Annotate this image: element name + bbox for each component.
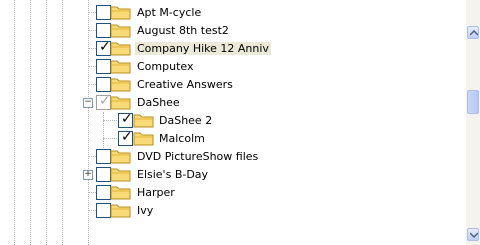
- tree-item-label-selected: Company Hike 12 Anniv: [135, 42, 271, 55]
- scroll-up-arrow-icon[interactable]: [467, 26, 479, 39]
- check-icon: ✓: [99, 93, 111, 109]
- vertical-scrollbar[interactable]: [466, 0, 480, 245]
- tree-branch-line: [103, 120, 117, 121]
- tree-branch-line: [88, 12, 96, 13]
- check-icon: ✓: [121, 111, 133, 127]
- folder-icon: [110, 78, 131, 92]
- folder-icon: [110, 186, 131, 200]
- item-checkbox[interactable]: [96, 167, 111, 182]
- tree-item[interactable]: August 8th test2: [0, 22, 380, 40]
- folder-icon: [133, 114, 154, 128]
- tree-item-label: DaShee: [137, 96, 180, 109]
- folder-icon: [110, 204, 131, 218]
- item-checkbox[interactable]: [96, 149, 111, 164]
- tree-item-label: Computex: [137, 60, 194, 73]
- check-icon: ✓: [121, 129, 133, 145]
- tree-item-label: Elsie's B-Day: [137, 168, 209, 181]
- tree-item[interactable]: DVD PictureShow files: [0, 148, 380, 166]
- tree-item[interactable]: Computex: [0, 58, 380, 76]
- tree-item-label: DaShee 2: [159, 114, 213, 127]
- folder-icon: [110, 24, 131, 38]
- item-checkbox-checked[interactable]: ✓: [118, 129, 133, 146]
- collapse-toggle[interactable]: −: [83, 98, 93, 108]
- tree-branch-line: [103, 138, 117, 139]
- tree-item[interactable]: ✓ Company Hike 12 Anniv: [0, 39, 380, 58]
- scroll-down-arrow-icon[interactable]: [467, 228, 479, 241]
- tree-branch-line: [88, 66, 96, 67]
- check-icon: ✓: [99, 39, 111, 55]
- tree-branch-line: [88, 48, 96, 49]
- item-checkbox[interactable]: [96, 23, 111, 38]
- tree-item[interactable]: ✓ DaShee 2: [0, 111, 380, 130]
- scrollbar-thumb[interactable]: [467, 90, 479, 114]
- folder-tree: Apt M-cycle August 8th test2 ✓ Company H…: [0, 0, 468, 245]
- tree-item-label: August 8th test2: [137, 24, 229, 37]
- tree-item-label: Harper: [137, 186, 175, 199]
- tree-branch-line: [88, 30, 96, 31]
- item-checkbox[interactable]: [96, 77, 111, 92]
- tree-branch-line: [88, 84, 96, 85]
- folder-icon: [110, 42, 131, 56]
- tree-branch-line: [88, 156, 96, 157]
- item-checkbox[interactable]: [96, 59, 111, 74]
- tree-item[interactable]: Apt M-cycle: [0, 4, 380, 22]
- item-checkbox-checked[interactable]: ✓: [96, 39, 111, 56]
- tree-item-label: DVD PictureShow files: [137, 150, 259, 163]
- tree-item-label: Malcolm: [159, 132, 205, 145]
- item-checkbox-partial[interactable]: ✓: [96, 93, 111, 110]
- folder-icon: [110, 96, 131, 110]
- tree-item-label: Creative Answers: [137, 78, 233, 91]
- expand-toggle[interactable]: +: [83, 170, 93, 180]
- tree-item[interactable]: Creative Answers: [0, 76, 380, 94]
- item-checkbox[interactable]: [96, 203, 111, 218]
- item-checkbox[interactable]: [96, 5, 111, 20]
- item-checkbox[interactable]: [96, 185, 111, 200]
- tree-item[interactable]: + Elsie's B-Day: [0, 166, 380, 184]
- folder-icon: [110, 150, 131, 164]
- tree-branch-line: [88, 192, 96, 193]
- tree-item-label: Apt M-cycle: [137, 6, 202, 19]
- tree-branch-line: [88, 210, 96, 211]
- tree-item[interactable]: − ✓ DaShee: [0, 93, 380, 112]
- folder-icon: [110, 168, 131, 182]
- folder-icon: [133, 132, 154, 146]
- folder-icon: [110, 60, 131, 74]
- tree-item[interactable]: Ivy: [0, 202, 380, 220]
- tree-item[interactable]: Harper: [0, 184, 380, 202]
- item-checkbox-checked[interactable]: ✓: [118, 111, 133, 128]
- tree-item-label: Ivy: [137, 204, 154, 217]
- tree-item[interactable]: ✓ Malcolm: [0, 129, 380, 148]
- folder-icon: [110, 6, 131, 20]
